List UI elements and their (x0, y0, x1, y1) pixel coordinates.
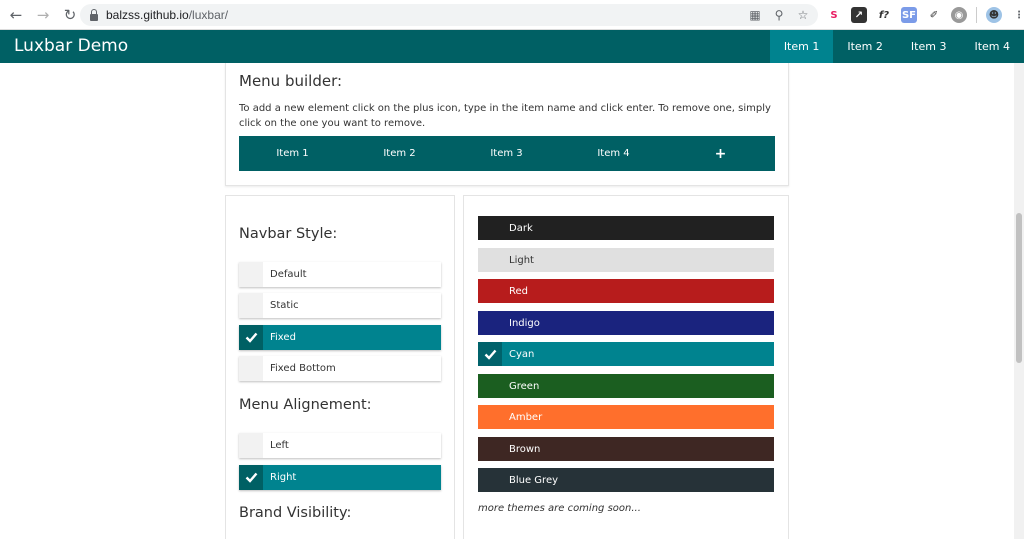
profile-avatar-icon[interactable]: ☻ (986, 7, 1002, 23)
theme-red[interactable]: Red (478, 279, 774, 303)
browser-toolbar: ← → ↻ balzss.github.io/luxbar/ ▦ ⚲ ☆ S ↗… (0, 0, 1024, 30)
theme-label: Brown (509, 443, 541, 455)
luxbar-navbar: Luxbar Demo Item 1 Item 2 Item 3 Item 4 (0, 30, 1024, 63)
option-default[interactable]: Default (239, 262, 441, 287)
extension-sf-icon[interactable]: SF (901, 7, 917, 23)
checkmark-icon (239, 325, 263, 350)
options-panel: Navbar Style: Default Static Fixed Fixed… (225, 195, 455, 539)
navbar-menu: Item 1 Item 2 Item 3 Item 4 (769, 30, 1024, 63)
checkbox-icon (239, 433, 263, 458)
url-path: /luxbar/ (188, 8, 229, 22)
more-themes-note: more themes are coming soon... (478, 503, 641, 514)
checkbox-icon (478, 279, 502, 303)
checkbox-icon (478, 468, 502, 492)
reload-icon[interactable]: ↻ (59, 4, 81, 26)
theme-indigo[interactable]: Indigo (478, 311, 774, 335)
extension-s-icon[interactable]: S (826, 7, 842, 23)
theme-light[interactable]: Light (478, 248, 774, 272)
page-scrollbar[interactable] (1014, 63, 1024, 539)
translate-icon[interactable]: ▦ (748, 8, 762, 22)
option-static[interactable]: Static (239, 293, 441, 318)
bookmark-star-icon[interactable]: ☆ (796, 8, 810, 22)
theme-label: Red (509, 285, 528, 297)
builder-item-4[interactable]: Item 4 (560, 148, 667, 159)
navbar-item-3[interactable]: Item 3 (897, 30, 961, 63)
extensions-area: S ↗ f? SF ✐ ◉ ☻ ⋮ (826, 6, 1024, 24)
theme-amber[interactable]: Amber (478, 405, 774, 429)
navbar-item-2[interactable]: Item 2 (833, 30, 897, 63)
theme-cyan[interactable]: Cyan (478, 342, 774, 366)
theme-label: Amber (509, 411, 543, 423)
theme-label: Cyan (509, 348, 535, 360)
checkmark-icon (478, 342, 502, 366)
builder-item-1[interactable]: Item 1 (239, 148, 346, 159)
theme-label: Dark (509, 222, 533, 234)
lock-icon (90, 8, 98, 21)
add-item-plus-icon[interactable]: + (667, 146, 774, 162)
menu-builder-title: Menu builder: (239, 72, 343, 90)
browser-menu-icon[interactable]: ⋮ (1011, 7, 1024, 23)
brand-title[interactable]: Luxbar Demo (14, 36, 128, 56)
checkbox-icon (478, 311, 502, 335)
navbar-item-1[interactable]: Item 1 (769, 30, 834, 63)
option-label: Left (270, 440, 289, 451)
checkbox-icon (478, 437, 502, 461)
option-left[interactable]: Left (239, 433, 441, 458)
checkbox-icon (239, 356, 263, 381)
address-bar[interactable]: balzss.github.io/luxbar/ ▦ ⚲ ☆ (80, 4, 818, 26)
forward-arrow-icon[interactable]: → (32, 4, 54, 26)
checkbox-icon (239, 262, 263, 287)
theme-label: Light (509, 254, 534, 266)
option-fixed-bottom[interactable]: Fixed Bottom (239, 356, 441, 381)
checkbox-icon (239, 293, 263, 318)
checkmark-icon (239, 465, 263, 490)
theme-blue-grey[interactable]: Blue Grey (478, 468, 774, 492)
extension-function-icon[interactable]: f? (876, 7, 892, 23)
theme-green[interactable]: Green (478, 374, 774, 398)
scrollbar-thumb[interactable] (1016, 213, 1022, 363)
themes-panel: Dark Light Red Indigo Cyan Green Amber B… (463, 195, 789, 539)
option-right[interactable]: Right (239, 465, 441, 490)
menu-alignment-title: Menu Alignement: (239, 397, 372, 413)
theme-dark[interactable]: Dark (478, 216, 774, 240)
toolbar-divider (976, 7, 977, 23)
url-text[interactable]: balzss.github.io/luxbar/ (106, 8, 228, 22)
navbar-item-4[interactable]: Item 4 (960, 30, 1024, 63)
extension-pen-icon[interactable]: ✐ (926, 7, 942, 23)
option-label: Static (270, 300, 299, 311)
builder-item-3[interactable]: Item 3 (453, 148, 560, 159)
theme-label: Indigo (509, 317, 540, 329)
option-label: Default (270, 269, 307, 280)
checkbox-icon (478, 216, 502, 240)
option-label: Fixed (270, 332, 296, 343)
theme-label: Green (509, 380, 540, 392)
menu-builder-description: To add a new element click on the plus i… (239, 103, 771, 129)
checkbox-icon (478, 374, 502, 398)
brand-visibility-title: Brand Visibility: (239, 505, 352, 521)
extension-arrow-icon[interactable]: ↗ (851, 7, 867, 23)
option-label: Fixed Bottom (270, 363, 336, 374)
zoom-icon[interactable]: ⚲ (772, 8, 786, 22)
option-fixed[interactable]: Fixed (239, 325, 441, 350)
checkbox-icon (478, 405, 502, 429)
menu-builder-panel: Menu builder: To add a new element click… (225, 63, 789, 186)
back-arrow-icon[interactable]: ← (5, 4, 27, 26)
url-host: balzss.github.io (106, 8, 189, 22)
extension-globe-icon[interactable]: ◉ (951, 7, 967, 23)
navbar-style-title: Navbar Style: (239, 226, 338, 242)
theme-label: Blue Grey (509, 474, 559, 486)
theme-brown[interactable]: Brown (478, 437, 774, 461)
builder-item-2[interactable]: Item 2 (346, 148, 453, 159)
menu-builder-bar: Item 1 Item 2 Item 3 Item 4 + (239, 136, 775, 171)
option-label: Right (270, 472, 297, 483)
checkbox-icon (478, 248, 502, 272)
